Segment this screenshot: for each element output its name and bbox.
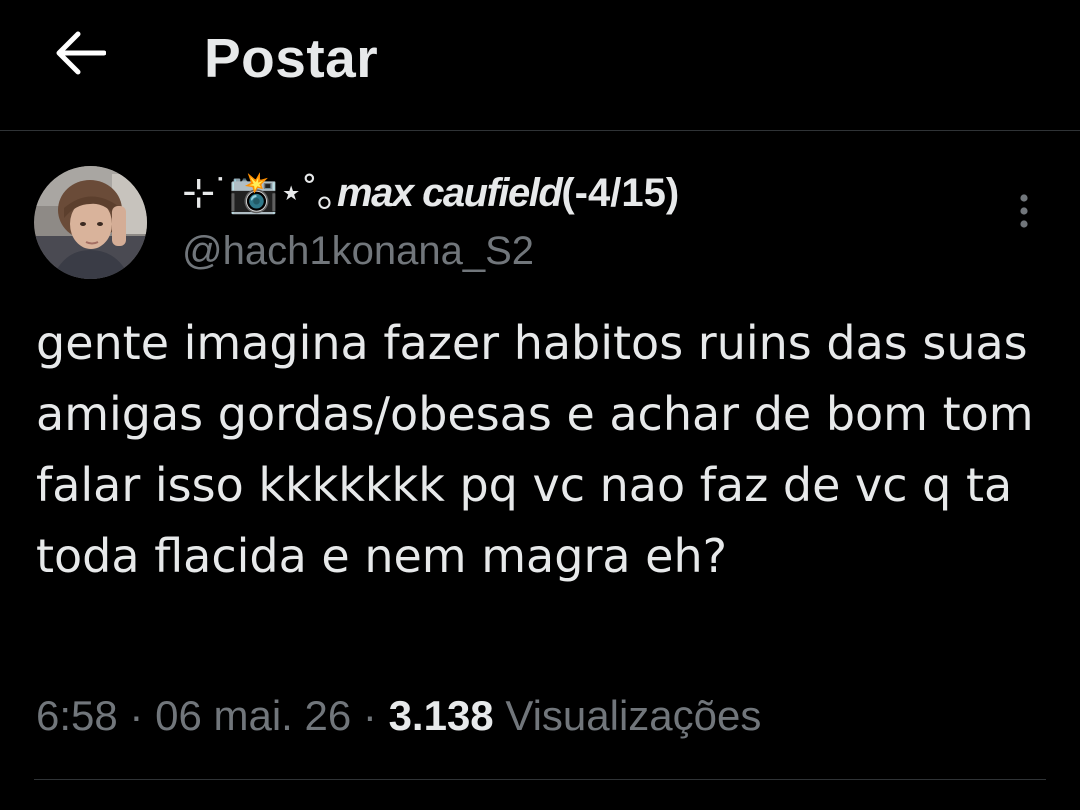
post-meta: 6:58 · 06 mai. 26 · 3.138 Visualizações: [36, 690, 761, 742]
post-text: gente imagina fazer habitos ruins das su…: [36, 316, 1034, 583]
divider: [34, 779, 1046, 780]
display-name-text: max caufield: [337, 171, 563, 215]
more-vertical-icon: [1020, 194, 1028, 228]
avatar-photo: [34, 166, 147, 279]
back-button[interactable]: [44, 22, 116, 84]
meta-separator: ·: [129, 692, 144, 739]
author-handle[interactable]: @hach1konana_S2: [182, 226, 534, 276]
arrow-left-icon: [56, 31, 106, 75]
author-display-name[interactable]: ⊹˙📸⋆˚｡max caufield(-4/15): [182, 168, 679, 218]
views-label[interactable]: Visualizações: [505, 692, 761, 739]
meta-separator: ·: [362, 692, 377, 739]
views-count[interactable]: 3.138: [389, 692, 494, 739]
post-time[interactable]: 6:58: [36, 692, 118, 739]
top-bar: Postar: [0, 0, 1080, 131]
more-options-button[interactable]: [1004, 190, 1044, 234]
post-date[interactable]: 06 mai. 26: [155, 692, 351, 739]
display-name-prefix: ⊹˙📸⋆˚｡: [182, 171, 337, 215]
avatar[interactable]: [34, 166, 147, 279]
page-title: Postar: [204, 27, 379, 89]
display-name-suffix: (-4/15): [561, 171, 680, 215]
